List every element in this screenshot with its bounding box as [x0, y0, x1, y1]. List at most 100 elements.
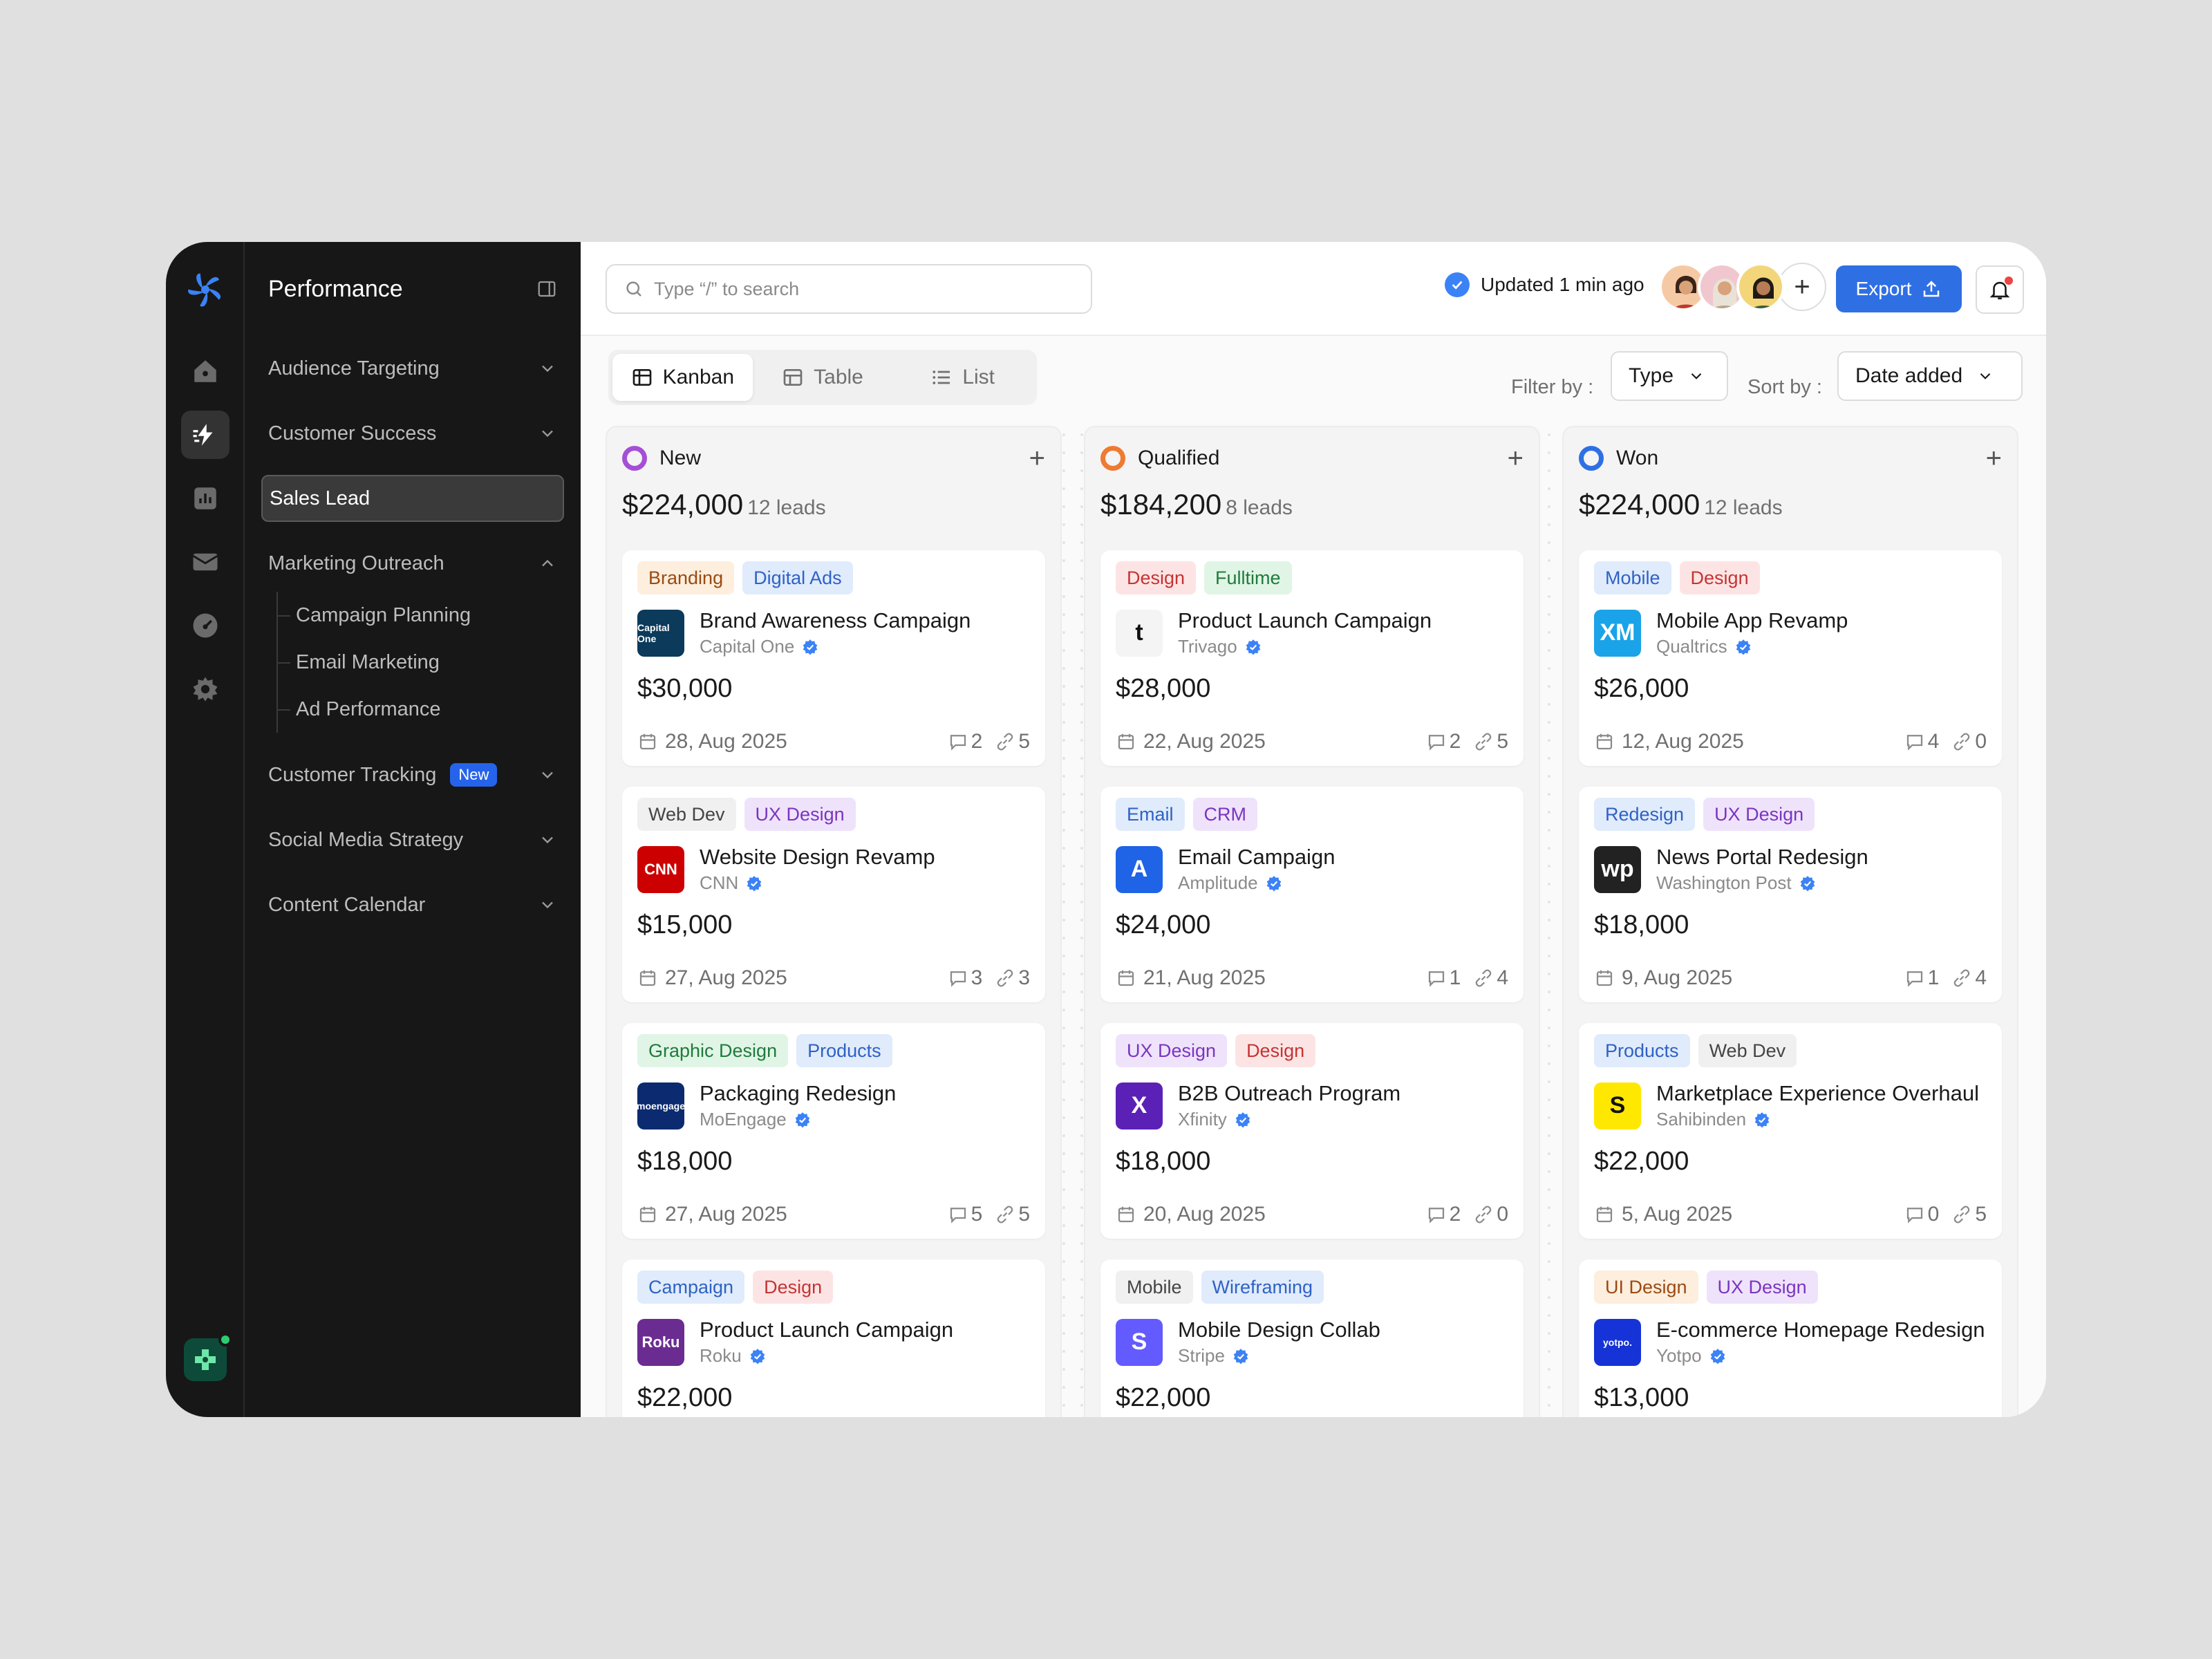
- lead-date: 28, Aug 2025: [665, 730, 787, 753]
- comment-icon: [1906, 971, 1922, 987]
- lead-title: Brand Awareness Campaign: [700, 608, 971, 632]
- lead-title: News Portal Redesign: [1656, 845, 1868, 869]
- list-icon: [932, 371, 950, 384]
- home-icon[interactable]: [181, 347, 229, 395]
- company-logo: t: [1116, 609, 1163, 657]
- tag-badge: Design: [1235, 1034, 1316, 1067]
- sidebar-subitem-ad-performance[interactable]: Ad Performance: [278, 686, 564, 733]
- sidebar-item-content-calendar[interactable]: Content Calendar: [261, 872, 564, 937]
- link-count: 5: [1975, 1203, 1987, 1226]
- sidebar-item-label: Marketing Outreach: [268, 552, 444, 574]
- topbar: Type “/” to search Updated 1 min ago + E…: [581, 242, 2046, 336]
- sidebar-item-customer-success[interactable]: Customer Success: [261, 401, 564, 466]
- link-icon: [1954, 969, 1970, 987]
- comment-count: 1: [1927, 966, 1940, 989]
- verified-icon: [750, 1348, 765, 1364]
- tab-table[interactable]: Table: [753, 354, 893, 401]
- settings-icon[interactable]: [181, 665, 229, 713]
- add-card-button[interactable]: +: [1508, 443, 1524, 474]
- verified-icon: [803, 639, 818, 655]
- notifications-button[interactable]: [1976, 265, 2024, 314]
- lead-card[interactable]: Design Fulltime t Product Launch Campaign Tr…: [1100, 550, 1524, 766]
- lead-card[interactable]: Mobile Wireframing S Mobile Design Collab St…: [1100, 1259, 1524, 1417]
- column-total-amount: $224,000: [1579, 488, 1700, 521]
- lead-title: Website Design Revamp: [700, 845, 935, 869]
- calendar-icon: [1596, 970, 1613, 986]
- tag-list: Graphic Design Products: [637, 1034, 1030, 1067]
- comment-icon: [950, 1208, 966, 1224]
- filter-select[interactable]: Type: [1611, 351, 1728, 401]
- lead-amount: $18,000: [637, 1147, 733, 1176]
- lead-card[interactable]: Branding Digital Ads Capital One Brand Awar…: [622, 550, 1045, 766]
- lead-card[interactable]: UI Design UX Design yotpo. E-commerce Homep…: [1579, 1259, 2002, 1417]
- collapse-sidebar-icon[interactable]: [536, 279, 557, 299]
- tag-badge: Design: [1679, 561, 1760, 594]
- online-indicator: [218, 1333, 232, 1347]
- gauge-icon[interactable]: [181, 601, 229, 650]
- sidebar-subitem-email-marketing[interactable]: Email Marketing: [278, 639, 564, 686]
- lead-title: Mobile Design Collab: [1178, 1318, 1380, 1342]
- search-placeholder: Type “/” to search: [654, 278, 800, 299]
- lead-card[interactable]: Email CRM A Email Campaign Amplitude $24,000 2…: [1100, 787, 1524, 1002]
- workspace-avatar[interactable]: [184, 1333, 232, 1381]
- company-logo: yotpo.: [1594, 1318, 1641, 1366]
- lead-card[interactable]: Web Dev UX Design CNN Website Design Revamp…: [622, 787, 1045, 1002]
- lead-date: 27, Aug 2025: [665, 966, 787, 989]
- lead-card[interactable]: Graphic Design Products moengage Packaging …: [622, 1023, 1045, 1239]
- lead-card[interactable]: Mobile Design XM Mobile App Revamp Qualtrics…: [1579, 550, 2002, 766]
- app-logo-icon[interactable]: [181, 265, 229, 314]
- tag-badge: Mobile: [1594, 561, 1671, 594]
- view-tabs: Kanban Table List: [608, 350, 1037, 405]
- comment-count: 3: [971, 966, 983, 989]
- table-icon: [783, 369, 803, 386]
- sidebar-title: Performance: [268, 275, 403, 302]
- collaborators: +: [1659, 263, 1826, 311]
- chart-icon[interactable]: [181, 474, 229, 523]
- filter-label: Filter by :: [1511, 376, 1594, 398]
- search-input[interactable]: Type “/” to search: [606, 264, 1092, 314]
- sidebar-item-sales-lead[interactable]: Sales Lead: [261, 475, 564, 522]
- notification-dot: [2005, 276, 2013, 285]
- sort-select[interactable]: Date added: [1837, 351, 2023, 401]
- add-card-button[interactable]: +: [1029, 443, 1045, 474]
- sidebar-item-customer-tracking[interactable]: Customer Tracking New: [261, 742, 564, 807]
- tag-badge: CRM: [1192, 798, 1258, 831]
- tag-badge: Web Dev: [637, 798, 736, 831]
- comment-count: 5: [971, 1203, 983, 1226]
- lead-card[interactable]: UX Design Design X B2B Outreach Program Xfin…: [1100, 1023, 1524, 1239]
- lead-title: Marketplace Experience Overhaul: [1656, 1081, 1979, 1105]
- tag-list: Design Fulltime: [1116, 561, 1508, 594]
- tag-list: Branding Digital Ads: [637, 561, 1030, 594]
- company-logo: A: [1116, 845, 1163, 893]
- lead-amount: $26,000: [1594, 674, 1689, 703]
- company-logo: CNN: [637, 845, 684, 893]
- sidebar-item-social-media-strategy[interactable]: Social Media Strategy: [261, 807, 564, 872]
- tag-list: Redesign UX Design: [1594, 798, 1987, 831]
- export-button[interactable]: Export: [1836, 265, 1962, 312]
- upload-icon: [1924, 281, 1940, 297]
- lead-amount: $22,000: [1116, 1383, 1211, 1412]
- column-title: New: [659, 447, 702, 469]
- add-card-button[interactable]: +: [1986, 443, 2002, 474]
- performance-icon[interactable]: [181, 411, 229, 459]
- lead-card[interactable]: Redesign UX Design wp News Portal Redesign W…: [1579, 787, 2002, 1002]
- verified-icon: [1235, 1112, 1250, 1127]
- add-collaborator-button[interactable]: +: [1778, 263, 1826, 311]
- company-name: Sahibinden: [1656, 1109, 1747, 1130]
- tab-list[interactable]: List: [892, 354, 1033, 401]
- sidebar-item-audience-targeting[interactable]: Audience Targeting: [261, 336, 564, 401]
- avatar[interactable]: [1736, 263, 1785, 311]
- sidebar-subitem-campaign-planning[interactable]: Campaign Planning: [278, 592, 564, 639]
- link-count: 5: [1018, 1203, 1030, 1226]
- sidebar-item-marketing-outreach[interactable]: Marketing Outreach: [261, 531, 564, 596]
- calendar-icon: [1118, 970, 1134, 986]
- mail-icon[interactable]: [181, 538, 229, 586]
- lead-amount: $13,000: [1594, 1383, 1689, 1412]
- tag-badge: Products: [1594, 1034, 1690, 1067]
- tag-badge: Products: [796, 1034, 892, 1067]
- tag-list: Products Web Dev: [1594, 1034, 1987, 1067]
- tag-list: UX Design Design: [1116, 1034, 1508, 1067]
- tab-kanban[interactable]: Kanban: [612, 354, 753, 401]
- lead-card[interactable]: Campaign Design Roku Product Launch Campaig…: [622, 1259, 1045, 1417]
- lead-card[interactable]: Products Web Dev S Marketplace Experience O…: [1579, 1023, 2002, 1239]
